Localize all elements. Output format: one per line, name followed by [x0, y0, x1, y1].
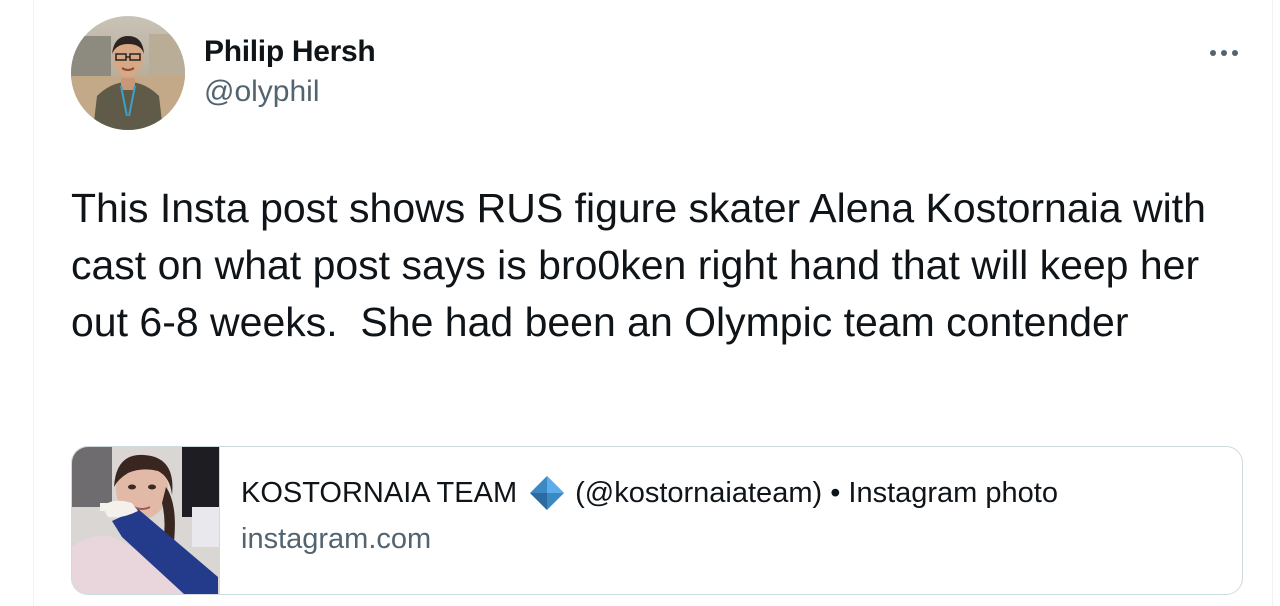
blue-diamond-icon: [529, 475, 565, 511]
link-preview-card[interactable]: KOSTORNAIA TEAM (@kostornaiateam) • Inst…: [71, 446, 1243, 595]
tweet-text: This Insta post shows RUS figure skater …: [71, 185, 1218, 345]
more-options-icon: [1210, 50, 1238, 56]
more-options-button[interactable]: [1206, 40, 1242, 66]
card-thumbnail: [72, 447, 220, 594]
author-avatar[interactable]: [71, 16, 185, 130]
timeline-right-border: [1272, 0, 1273, 606]
skater-with-cast-photo-icon: [72, 447, 219, 594]
timeline-left-border: [33, 0, 34, 606]
card-title-account: KOSTORNAIA TEAM: [241, 476, 518, 509]
card-domain: instagram.com: [241, 523, 432, 555]
author-name[interactable]: Philip Hersh: [204, 35, 376, 69]
card-title: KOSTORNAIA TEAM (@kostornaiateam) • Inst…: [241, 475, 1058, 511]
author-handle[interactable]: @olyphil: [204, 75, 320, 109]
profile-photo-icon: [71, 16, 185, 130]
tweet-page: Philip Hersh @olyphil This Insta post sh…: [0, 0, 1280, 606]
card-title-suffix: (@kostornaiateam) • Instagram photo: [575, 476, 1058, 509]
